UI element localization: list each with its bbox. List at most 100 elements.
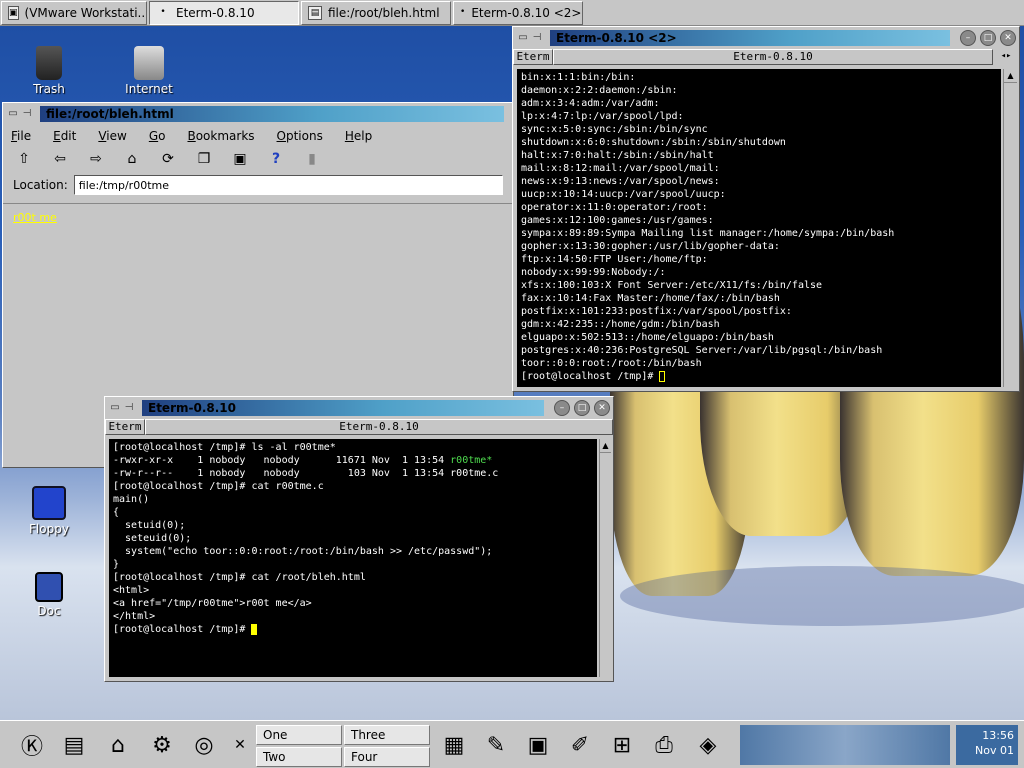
terminal-line: }: [113, 559, 120, 570]
desktop-two[interactable]: Two: [256, 747, 342, 767]
terminal-line: toor::0:0:root:/root:/bin/bash: [521, 358, 702, 369]
desktop-three[interactable]: Three: [344, 725, 430, 745]
terminal-line: adm:x:3:4:adm:/var/adm:: [521, 98, 660, 109]
task-browser[interactable]: ▤ file:/root/bleh.html: [301, 1, 451, 25]
maximize-icon[interactable]: □: [574, 400, 590, 416]
menu-go[interactable]: Go: [149, 129, 166, 143]
eterm-2-tab-title: Eterm-0.8.10: [553, 49, 993, 65]
kwrite-icon[interactable]: ◈: [690, 727, 726, 763]
terminal-line: main(): [113, 494, 150, 505]
window-menu-icon[interactable]: ▭: [6, 107, 20, 121]
eterm-2-menu-tab[interactable]: Eterm: [513, 49, 553, 65]
browser-title: file:/root/bleh.html: [40, 106, 504, 122]
maximize-icon[interactable]: □: [980, 30, 996, 46]
terminal-line: -rw-r--r-- 1 nobody nobody 103 Nov 1 13:…: [113, 468, 499, 479]
network-icon[interactable]: ⊞: [604, 727, 640, 763]
terminal-cursor: [251, 623, 258, 635]
minimize-icon[interactable]: –: [554, 400, 570, 416]
eterm-2-output[interactable]: bin:x:1:1:bin:/bin: daemon:x:2:2:daemon:/…: [517, 69, 1001, 387]
window-icon: ▣: [8, 6, 19, 20]
location-bar: Location:: [3, 171, 513, 199]
task-eterm[interactable]: • Eterm-0.8.10: [149, 1, 299, 25]
paste-icon[interactable]: ▣: [231, 151, 249, 167]
pin-icon[interactable]: ⊣: [122, 401, 136, 415]
terminal-line: mail:x:8:12:mail:/var/spool/mail:: [521, 163, 720, 174]
menu-options[interactable]: Options: [277, 129, 323, 143]
clock-time: 13:56: [982, 729, 1014, 742]
stop-icon[interactable]: ▮: [303, 151, 321, 167]
eterm-2-titlebar[interactable]: ▭ ⊣ Eterm-0.8.10 <2> – □ ✕: [513, 27, 1019, 49]
help-launcher-icon[interactable]: ◎: [186, 727, 222, 763]
settings-icon[interactable]: ⚙: [144, 727, 180, 763]
menu-bookmarks[interactable]: Bookmarks: [187, 129, 254, 143]
terminal-line: seteuid(0);: [113, 533, 192, 544]
browser-titlebar[interactable]: ▭ ⊣ file:/root/bleh.html: [3, 103, 513, 125]
close-icon[interactable]: ✕: [594, 400, 610, 416]
copy-icon[interactable]: ❐: [195, 151, 213, 167]
terminal-line: news:x:9:13:news:/var/spool/news:: [521, 176, 720, 187]
home-icon[interactable]: ⌂: [123, 151, 141, 167]
eterm-1-output[interactable]: [root@localhost /tmp]# ls -al r00tme* -rw…: [109, 439, 597, 677]
terminal-dot-icon: •: [160, 7, 166, 17]
home-folder-icon[interactable]: ⌂: [100, 727, 136, 763]
menu-help[interactable]: Help: [345, 129, 372, 143]
floppy-desktop-icon[interactable]: Floppy: [14, 486, 84, 536]
doc-icon: [35, 572, 63, 602]
terminal-line: system("echo toor::0:0:root:/root:/bin/b…: [113, 546, 493, 557]
terminal-line: operator:x:11:0:operator:/root:: [521, 202, 708, 213]
eterm-2-title: Eterm-0.8.10 <2>: [550, 30, 950, 46]
snow-shadow: [620, 566, 1024, 626]
window-menu-icon[interactable]: ▭: [516, 31, 530, 45]
eterm-1-scrollbar[interactable]: ▲: [599, 439, 611, 677]
eterm-2-scrollbar[interactable]: ▲: [1003, 69, 1017, 387]
reload-icon[interactable]: ⟳: [159, 151, 177, 167]
taskbar-empty: [584, 0, 1024, 25]
location-input[interactable]: [73, 175, 503, 195]
terminal-line: {: [113, 507, 120, 518]
forward-arrow-icon[interactable]: ⇨: [87, 151, 105, 167]
location-label: Location:: [13, 178, 68, 192]
help-icon[interactable]: ?: [267, 151, 285, 167]
terminal-line: lp:x:4:7:lp:/var/spool/lpd:: [521, 111, 684, 122]
eterm-1-titlebar[interactable]: ▭ ⊣ Eterm-0.8.10 – □ ✕: [105, 397, 613, 419]
desktop-four[interactable]: Four: [344, 747, 430, 767]
menu-edit[interactable]: Edit: [53, 129, 76, 143]
up-arrow-icon[interactable]: ⇧: [15, 151, 33, 167]
task-vmware[interactable]: ▣ (VMware Workstati...: [1, 1, 147, 25]
kde-menu-icon[interactable]: Ⓚ: [14, 727, 50, 763]
terminal-line: daemon:x:2:2:daemon:/sbin:: [521, 85, 678, 96]
internet-desktop-icon[interactable]: Internet: [114, 46, 184, 96]
terminal-line: uucp:x:10:14:uucp:/var/spool/uucp:: [521, 189, 726, 200]
pin-icon[interactable]: ⊣: [20, 107, 34, 121]
terminal-launcher-icon[interactable]: ▤: [56, 727, 92, 763]
executable-filename: r00tme*: [450, 455, 493, 466]
close-icon[interactable]: ✕: [1000, 30, 1016, 46]
menu-file[interactable]: File: [11, 129, 31, 143]
desktop-one[interactable]: One: [256, 725, 342, 745]
console-icon[interactable]: ▣: [520, 727, 556, 763]
monitor-icon[interactable]: ▦: [436, 727, 472, 763]
scroll-up-icon[interactable]: ▲: [1004, 69, 1017, 83]
tab-scroll-arrows-icon[interactable]: ◂▸: [993, 49, 1019, 65]
window-menu-icon[interactable]: ▭: [108, 401, 122, 415]
editor-icon[interactable]: ✎: [478, 727, 514, 763]
task-eterm-2[interactable]: • Eterm-0.8.10 <2>: [453, 1, 583, 25]
terminal-cursor: [659, 370, 666, 382]
trash-desktop-icon[interactable]: Trash: [14, 46, 84, 96]
doc-desktop-icon[interactable]: Doc: [14, 572, 84, 618]
back-arrow-icon[interactable]: ⇦: [51, 151, 69, 167]
scroll-up-icon[interactable]: ▲: [600, 439, 611, 453]
top-taskbar: ▣ (VMware Workstati... • Eterm-0.8.10 ▤ fil…: [0, 0, 1024, 26]
notes-icon[interactable]: ✐: [562, 727, 598, 763]
logout-icon[interactable]: ✕: [228, 727, 252, 763]
printer-icon[interactable]: ⎙: [646, 727, 682, 763]
r00t-me-link[interactable]: r00t me: [13, 211, 57, 224]
internet-icon: [134, 46, 164, 80]
menu-view[interactable]: View: [98, 129, 126, 143]
eterm-1-menu-tab[interactable]: Eterm: [105, 419, 145, 435]
terminal-line: games:x:12:100:games:/usr/games:: [521, 215, 714, 226]
pin-icon[interactable]: ⊣: [530, 31, 544, 45]
terminal-line: [root@localhost /tmp]# cat /root/bleh.ht…: [113, 572, 366, 583]
terminal-dot-icon: •: [460, 7, 466, 17]
minimize-icon[interactable]: –: [960, 30, 976, 46]
